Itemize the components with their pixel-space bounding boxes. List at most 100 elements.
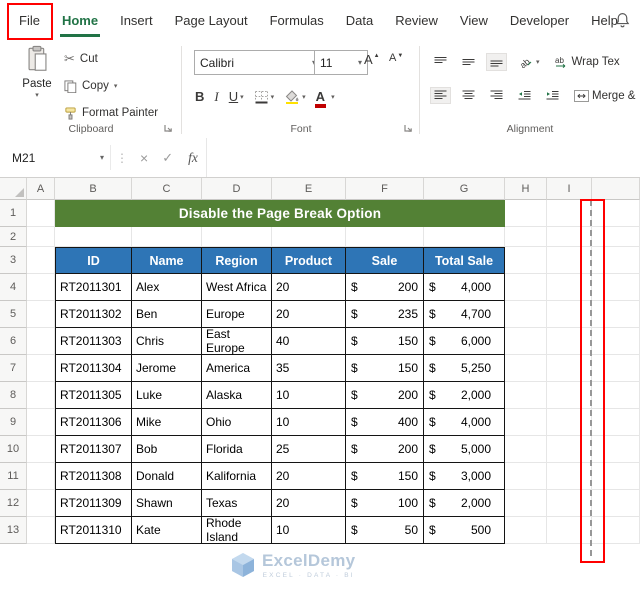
cell-region-D9[interactable]: Ohio [202,409,272,436]
cell-H4[interactable] [505,274,547,301]
cell-A7[interactable] [27,355,55,382]
formula-bar-handle[interactable]: ⋮ [116,151,128,165]
cell-A13[interactable] [27,517,55,544]
cell-F2[interactable] [346,227,424,247]
name-box[interactable]: M21 ▾ [6,145,111,170]
cell-A11[interactable] [27,463,55,490]
font-size-select[interactable]: 11 ▾ [314,50,368,75]
cell-product-E5[interactable]: 20 [272,301,346,328]
cell-G2[interactable] [424,227,505,247]
orientation-dropdown-arrow[interactable]: ▾ [536,58,540,66]
cell-product-E11[interactable]: 20 [272,463,346,490]
cell-H11[interactable] [505,463,547,490]
cell-total-G10[interactable]: $5,000 [424,436,505,463]
row-header-11[interactable]: 11 [0,463,27,490]
cell-J8[interactable] [592,382,640,409]
cell-J5[interactable] [592,301,640,328]
cell-J2[interactable] [592,227,640,247]
paste-button[interactable]: Paste ▾ [12,45,62,135]
cell-name-C7[interactable]: Jerome [132,355,202,382]
table-header-product[interactable]: Product [272,247,346,274]
cancel-icon[interactable]: × [140,150,148,166]
row-header-1[interactable]: 1 [0,200,27,227]
tab-page-layout[interactable]: Page Layout [164,0,259,40]
column-header-overflow[interactable] [592,178,640,200]
cell-total-G12[interactable]: $2,000 [424,490,505,517]
cell-J11[interactable] [592,463,640,490]
cell-id-B4[interactable]: RT2011301 [55,274,132,301]
row-header-10[interactable]: 10 [0,436,27,463]
cell-total-G13[interactable]: $500 [424,517,505,544]
cell-total-G5[interactable]: $4,700 [424,301,505,328]
cell-id-B5[interactable]: RT2011302 [55,301,132,328]
column-header-D[interactable]: D [202,178,272,200]
cell-A5[interactable] [27,301,55,328]
cell-A10[interactable] [27,436,55,463]
cell-sale-F7[interactable]: $150 [346,355,424,382]
cell-name-C13[interactable]: Kate [132,517,202,544]
column-header-F[interactable]: F [346,178,424,200]
cell-C2[interactable] [132,227,202,247]
italic-button[interactable]: I [214,89,218,105]
select-all-corner[interactable] [0,178,27,200]
cell-sale-F12[interactable]: $100 [346,490,424,517]
align-left-button[interactable] [430,87,451,104]
cell-sale-F13[interactable]: $50 [346,517,424,544]
font-color-button[interactable]: A ▾ [314,89,335,108]
cell-product-E10[interactable]: 25 [272,436,346,463]
cell-region-D13[interactable]: Rhode Island [202,516,272,544]
cell-name-C4[interactable]: Alex [132,274,202,301]
cell-total-G4[interactable]: $4,000 [424,274,505,301]
row-header-4[interactable]: 4 [0,274,27,301]
tab-review[interactable]: Review [384,0,449,40]
cell-id-B8[interactable]: RT2011305 [55,382,132,409]
column-header-C[interactable]: C [132,178,202,200]
cell-name-C8[interactable]: Luke [132,382,202,409]
cell-H13[interactable] [505,517,547,544]
table-header-region[interactable]: Region [202,247,272,274]
cell-A1[interactable] [27,200,55,227]
align-middle-button[interactable] [459,54,478,70]
cell-I5[interactable] [547,301,592,328]
cell-J10[interactable] [592,436,640,463]
row-header-8[interactable]: 8 [0,382,27,409]
cell-product-E12[interactable]: 20 [272,490,346,517]
row-header-13[interactable]: 13 [0,517,27,544]
cell-H1[interactable] [505,200,547,227]
cell-name-C11[interactable]: Donald [132,463,202,490]
cell-id-B9[interactable]: RT2011306 [55,409,132,436]
cell-J4[interactable] [592,274,640,301]
cell-total-G9[interactable]: $4,000 [424,409,505,436]
orientation-button[interactable]: ab ▾ [515,53,543,70]
cell-J9[interactable] [592,409,640,436]
cell-J6[interactable] [592,328,640,355]
enter-icon[interactable]: ✓ [162,150,173,166]
cell-B2[interactable] [55,227,132,247]
align-center-button[interactable] [459,88,478,103]
cell-J3[interactable] [592,247,640,274]
cell-I6[interactable] [547,328,592,355]
cell-sale-F4[interactable]: $200 [346,274,424,301]
cell-J7[interactable] [592,355,640,382]
cell-J1[interactable] [592,200,640,227]
table-header-id[interactable]: ID [55,247,132,274]
cell-I10[interactable] [547,436,592,463]
cell-sale-F10[interactable]: $200 [346,436,424,463]
cell-id-B7[interactable]: RT2011304 [55,355,132,382]
cell-I11[interactable] [547,463,592,490]
align-bottom-button[interactable] [486,52,507,71]
cell-id-B6[interactable]: RT2011303 [55,328,132,355]
cell-name-C9[interactable]: Mike [132,409,202,436]
cell-region-D12[interactable]: Texas [202,490,272,517]
cell-id-B10[interactable]: RT2011307 [55,436,132,463]
paste-dropdown-arrow[interactable]: ▾ [35,91,39,99]
cell-id-B13[interactable]: RT2011310 [55,517,132,544]
cell-E2[interactable] [272,227,346,247]
row-header-6[interactable]: 6 [0,328,27,355]
cell-A4[interactable] [27,274,55,301]
cell-region-D4[interactable]: West Africa [202,274,272,301]
row-header-3[interactable]: 3 [0,247,27,274]
cell-A2[interactable] [27,227,55,247]
cell-I1[interactable] [547,200,592,227]
cell-name-C10[interactable]: Bob [132,436,202,463]
